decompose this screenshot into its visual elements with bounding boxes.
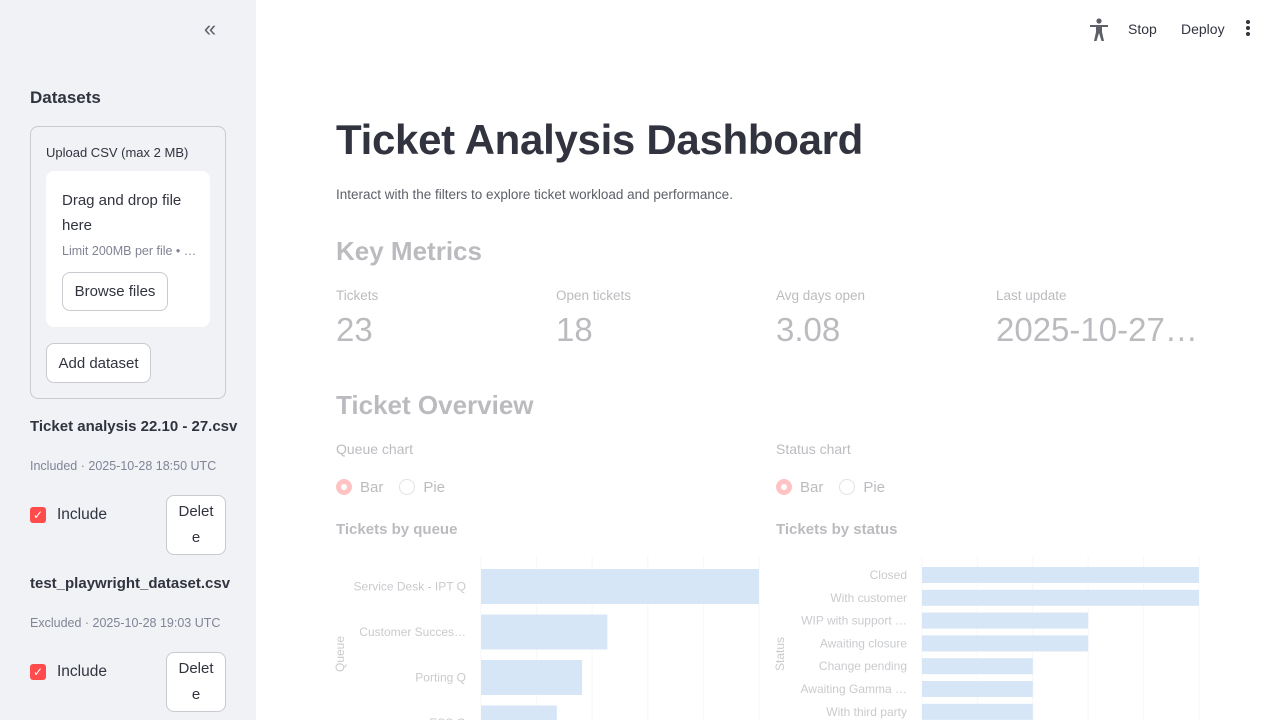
category-tick-label: Closed	[870, 568, 907, 582]
metric-label: Avg days open	[776, 288, 866, 303]
category-tick-label: With customer	[830, 591, 907, 605]
bar[interactable]	[922, 703, 1033, 720]
category-tick-label: Porting Q	[415, 671, 466, 685]
queue-chart-radio-group: Bar Pie	[336, 477, 461, 497]
datasets-heading: Datasets	[30, 88, 101, 107]
delete-dataset-button[interactable]: Delete	[166, 652, 226, 712]
page-subtitle: Interact with the filters to explore tic…	[336, 187, 733, 202]
bar[interactable]	[481, 614, 608, 650]
category-tick-label: ESS Q	[429, 716, 466, 720]
category-tick-label: Change pending	[819, 659, 907, 673]
category-tick-label: WIP with support …	[801, 614, 907, 628]
y-axis-label: Queue	[333, 636, 347, 672]
bar[interactable]	[922, 567, 1199, 583]
category-tick-label: With third party	[826, 705, 907, 719]
delete-dataset-button[interactable]: Delete	[166, 495, 226, 555]
include-label[interactable]: Include	[57, 663, 107, 681]
accessibility-icon[interactable]	[1088, 18, 1110, 42]
key-metrics-heading: Key Metrics	[336, 236, 482, 266]
include-label[interactable]: Include	[57, 506, 107, 524]
dataset-meta: Included · 2025-10-28 18:50 UTC	[30, 459, 217, 473]
radio-bar[interactable]	[336, 479, 352, 495]
radio-label-pie[interactable]: Pie	[423, 479, 445, 496]
category-tick-label: Awaiting closure	[820, 636, 907, 650]
include-checkbox[interactable]: ✓	[30, 507, 46, 523]
category-tick-label: Service Desk - IPT Q	[354, 580, 466, 594]
dropzone-title: Drag and drop file here	[62, 192, 182, 234]
metric-value: 2025-10-27 17:42 UTC	[996, 311, 1200, 348]
bar[interactable]	[922, 635, 1089, 652]
sidebar: « Datasets Upload CSV (max 2 MB) Drag an…	[0, 0, 256, 720]
queue-bar-chart: Queue Service Desk - IPT Q Customer Succes…	[333, 556, 760, 720]
upload-card: Upload CSV (max 2 MB) Drag and drop file…	[30, 126, 226, 399]
category-tick-label: Awaiting Gamma …	[801, 682, 907, 696]
deploy-button[interactable]: Deploy	[1181, 21, 1225, 37]
metric-value: 18	[556, 311, 593, 348]
status-chart-radio-group: Bar Pie	[776, 477, 901, 497]
page-title: Ticket Analysis Dashboard	[336, 116, 864, 163]
bar[interactable]	[481, 705, 557, 720]
bar[interactable]	[922, 658, 1033, 675]
y-axis-label: Status	[773, 637, 787, 671]
queue-chart-title: Tickets by queue	[336, 521, 458, 538]
browse-files-button[interactable]: Browse files	[62, 272, 168, 311]
bar[interactable]	[481, 569, 759, 604]
metric-value: 23	[336, 311, 373, 348]
metric-last-update: Last update 2025-10-27 17:42 UTC	[996, 288, 1200, 349]
status-bar-chart: Status Closed With customer WIP with suppor…	[773, 556, 1200, 720]
bar[interactable]	[922, 681, 1033, 697]
radio-label-bar[interactable]: Bar	[800, 479, 823, 496]
metric-label: Tickets	[336, 288, 379, 303]
bar[interactable]	[922, 612, 1089, 629]
collapse-sidebar-icon[interactable]: «	[198, 18, 222, 42]
bar[interactable]	[922, 589, 1199, 606]
queue-chart-label: Queue chart	[336, 441, 414, 457]
radio-bar[interactable]	[776, 479, 792, 495]
upload-label: Upload CSV (max 2 MB)	[46, 145, 189, 160]
radio-pie[interactable]	[399, 479, 416, 495]
radio-label-bar[interactable]: Bar	[360, 479, 383, 496]
dropzone-limit: Limit 200MB per file • CSV	[62, 244, 200, 258]
category-tick-label: Customer Succes…	[359, 625, 466, 639]
metric-open-tickets: Open tickets 18	[556, 288, 766, 349]
metric-value: 3.08	[776, 311, 841, 348]
include-checkbox[interactable]: ✓	[30, 664, 46, 680]
radio-label-pie[interactable]: Pie	[863, 479, 885, 496]
metric-label: Open tickets	[556, 288, 632, 303]
metric-tickets: Tickets 23	[336, 288, 546, 349]
metric-label: Last update	[996, 288, 1067, 303]
metric-avg-days-open: Avg days open 3.08	[776, 288, 986, 349]
stop-button[interactable]: Stop	[1128, 21, 1157, 37]
status-chart-label: Status chart	[776, 441, 851, 457]
more-vertical-icon[interactable]	[1240, 20, 1256, 40]
ticket-overview-heading: Ticket Overview	[336, 390, 534, 420]
radio-pie[interactable]	[839, 479, 856, 495]
status-chart-title: Tickets by status	[776, 521, 898, 538]
add-dataset-button[interactable]: Add dataset	[46, 343, 151, 383]
dataset-name: test_playwright_dataset.csv	[30, 575, 231, 592]
dataset-meta: Excluded · 2025-10-28 19:03 UTC	[30, 616, 221, 630]
file-dropzone[interactable]: Drag and drop file here Limit 200MB per …	[46, 171, 210, 327]
dataset-name: Ticket analysis 22.10 - 27.csv	[30, 418, 238, 435]
bar[interactable]	[481, 660, 583, 695]
